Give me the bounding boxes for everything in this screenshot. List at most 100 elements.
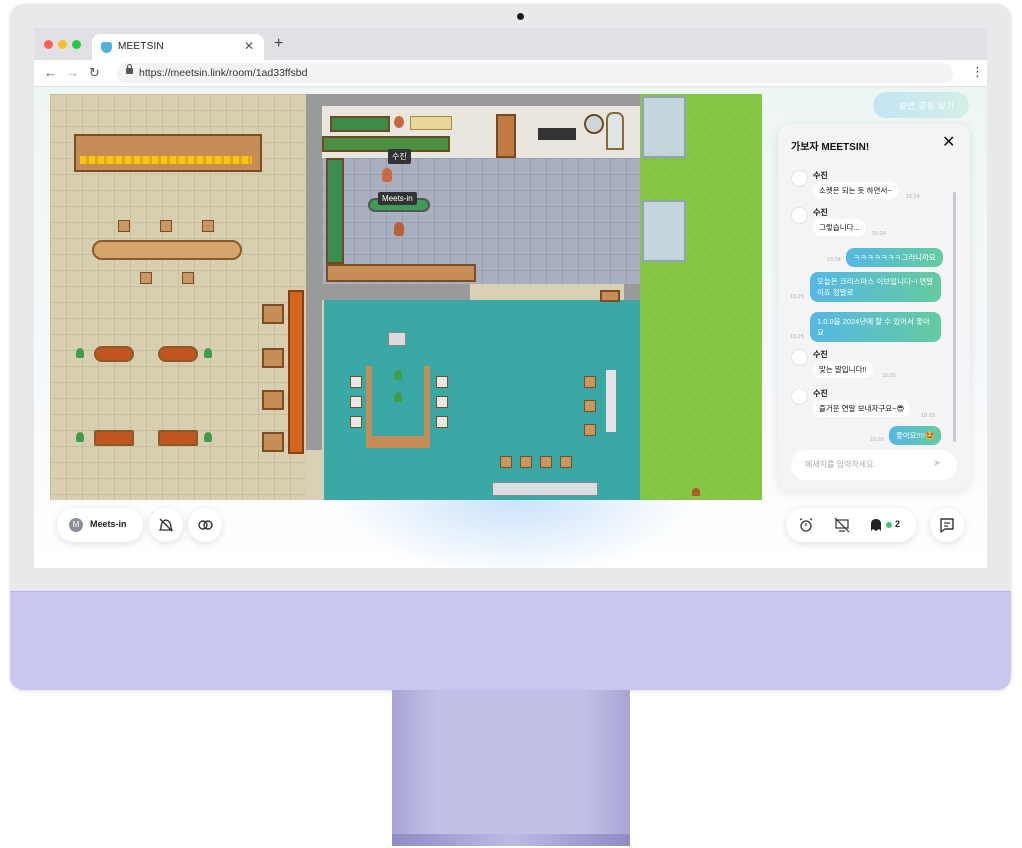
plant-icon xyxy=(394,370,402,380)
window-minimize-button[interactable] xyxy=(58,40,67,49)
message-time: 15:26 xyxy=(870,437,884,443)
dining-table xyxy=(158,346,198,362)
chair xyxy=(436,416,448,428)
tab-close-icon[interactable]: ✕ xyxy=(244,39,254,53)
browser-menu-icon[interactable]: ⋮ xyxy=(971,64,984,80)
chat-scrollbar[interactable] xyxy=(953,192,956,442)
message-sender: 수진 xyxy=(813,350,828,359)
message-time: 15:24 xyxy=(827,257,841,263)
online-status-dot xyxy=(886,522,892,528)
message-square-icon xyxy=(940,518,954,533)
desk xyxy=(262,304,284,324)
chair xyxy=(350,396,362,408)
monitor-chin xyxy=(10,591,1011,690)
message-time: 15:24 xyxy=(906,194,920,200)
npc-name-tag: Meets-in xyxy=(378,192,417,205)
avatar xyxy=(791,349,808,366)
cafe-counter xyxy=(74,134,262,172)
room-tools-group: 2 xyxy=(786,508,916,542)
chair xyxy=(350,416,362,428)
chair xyxy=(118,220,130,232)
forward-arrow-icon[interactable]: → xyxy=(66,65,79,80)
lock-icon xyxy=(126,64,133,74)
mute-notifications-button[interactable] xyxy=(149,508,183,542)
plant-row xyxy=(322,136,450,152)
desk xyxy=(262,348,284,368)
window-zoom-button[interactable] xyxy=(72,40,81,49)
link-icon xyxy=(198,520,213,530)
chat-panel: 가보자 MEETSIN! ✕ 수진 소켓은 되는 듯 하면서~ 15:24 수진… xyxy=(778,124,970,490)
profile-avatar: M xyxy=(69,518,83,532)
pastry-display xyxy=(80,156,252,164)
chair xyxy=(560,456,572,468)
ghost-icon[interactable] xyxy=(869,517,883,533)
monitor-stand xyxy=(392,690,630,840)
desk xyxy=(262,432,284,452)
alarm-icon[interactable] xyxy=(798,517,814,533)
new-tab-button[interactable]: + xyxy=(274,35,283,53)
screen: MEETSIN ✕ + ← → ↻ https://meetsin.link/r… xyxy=(34,28,987,568)
avatar xyxy=(791,170,808,187)
send-icon[interactable]: ➤ xyxy=(933,458,941,469)
back-arrow-icon[interactable]: ← xyxy=(44,65,57,80)
browser-tab[interactable]: MEETSIN ✕ xyxy=(92,34,264,60)
reload-icon[interactable]: ↻ xyxy=(89,65,100,81)
avatar xyxy=(791,207,808,224)
profile-name: Meets-in xyxy=(90,519,127,529)
message-sender: 수진 xyxy=(813,208,828,217)
camera-dot xyxy=(517,13,524,20)
standing-mirror xyxy=(606,112,624,150)
link-button[interactable] xyxy=(188,508,222,542)
mirror-round xyxy=(584,114,604,134)
browser-address-bar: ← → ↻ https://meetsin.link/room/1ad33ffs… xyxy=(34,60,987,87)
bookshelf-bar xyxy=(288,290,304,454)
message-bubble: 소켓은 되는 듯 하면서~ xyxy=(813,182,898,199)
chair xyxy=(500,456,512,468)
meetsin-logo-icon xyxy=(101,42,112,53)
player-avatar[interactable] xyxy=(382,168,392,182)
chair xyxy=(140,272,152,284)
chat-title: 가보자 MEETSIN! xyxy=(791,142,870,153)
clock-icon xyxy=(394,116,404,128)
meetsin-app: 수진 Meets-in 화면 공유 보기 가보자 MEETSIN! ✕ 수진 소… xyxy=(34,87,987,568)
url-field[interactable]: https://meetsin.link/room/1ad33ffsbd xyxy=(117,63,953,83)
chat-input-box: ➤ xyxy=(791,450,957,480)
chat-message-input[interactable] xyxy=(803,459,927,470)
chat-toggle-button[interactable] xyxy=(930,508,964,542)
share-screen-button[interactable]: 화면 공유 보기 xyxy=(873,92,969,118)
message-bubble-own: 좋아요!!!!🤩 xyxy=(889,426,942,445)
virtual-space-map[interactable]: 수진 Meets-in xyxy=(50,94,762,500)
window-close-button[interactable] xyxy=(44,40,53,49)
message-sender: 수진 xyxy=(813,389,828,398)
profile-button[interactable]: M Meets-in xyxy=(57,508,143,542)
message-bubble-own: 오늘은 크리스마스 이브입니다~! 연말이죠 정말로 xyxy=(810,272,941,302)
npc-avatar[interactable] xyxy=(394,222,404,236)
plant-icon xyxy=(204,348,212,358)
message-bubble-own: ㅋㅋㅋㅋㅋㅋㅋ그러니까요 xyxy=(846,248,943,267)
chair xyxy=(182,272,194,284)
avatar xyxy=(791,388,808,405)
message-time: 15:24 xyxy=(872,231,886,237)
player-name-tag: 수진 xyxy=(388,149,411,164)
chair xyxy=(160,220,172,232)
dining-table xyxy=(94,430,134,446)
reception-desk xyxy=(492,482,598,496)
message-bubble: 즐거운 연말 보내자구요~😎 xyxy=(813,400,911,417)
chat-close-icon[interactable]: ✕ xyxy=(942,132,955,152)
message-bubble: 그렇습니다... xyxy=(813,219,866,236)
wall xyxy=(322,284,470,300)
message-bubble-own: 1.0.0을 2024년에 할 수 있어서 좋아요 xyxy=(810,312,941,342)
message-time: 15:25 xyxy=(790,334,804,340)
dining-table xyxy=(94,346,134,362)
chair xyxy=(584,376,596,388)
message-sender: 수진 xyxy=(813,171,828,180)
piano xyxy=(538,128,576,140)
chair xyxy=(202,220,214,232)
monitor-frame: MEETSIN ✕ + ← → ↻ https://meetsin.link/r… xyxy=(10,4,1011,690)
screen-off-icon[interactable] xyxy=(834,517,850,533)
message-time: 15:25 xyxy=(790,294,804,300)
message-time: 15:25 xyxy=(921,413,935,419)
long-table xyxy=(92,240,242,260)
message-time: 15:25 xyxy=(882,373,896,379)
mushroom-icon xyxy=(692,488,700,496)
